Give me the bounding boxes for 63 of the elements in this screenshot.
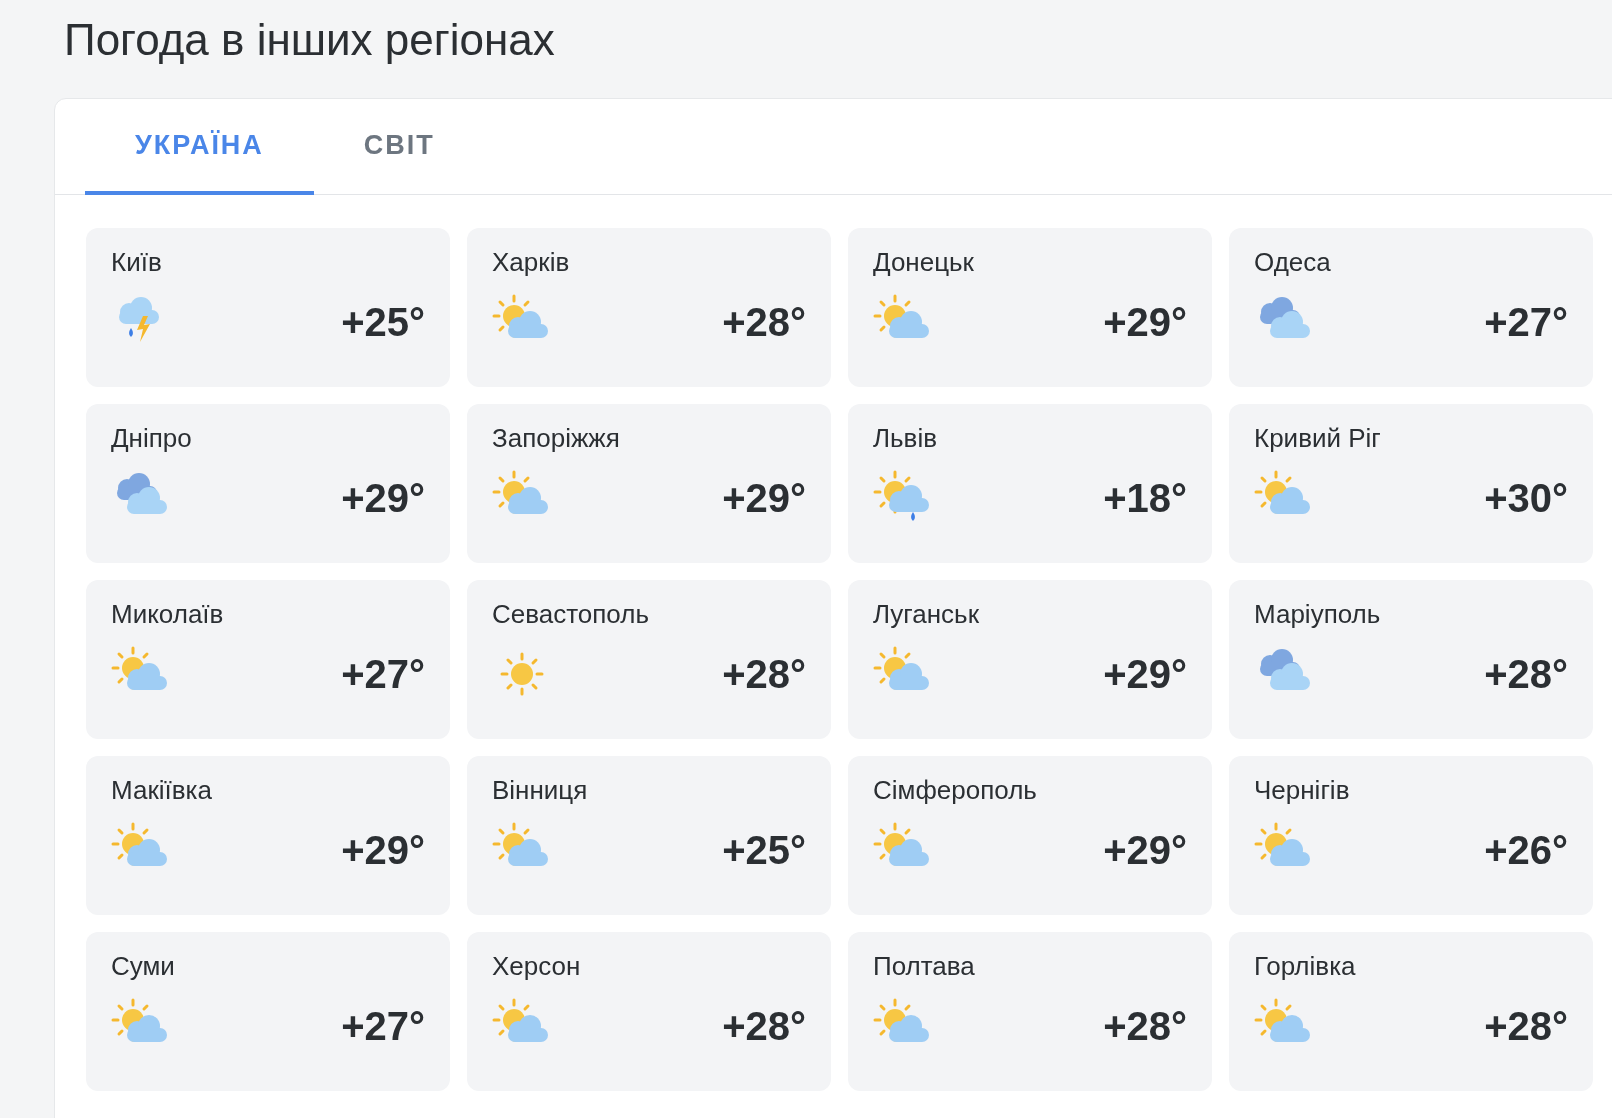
city-name: Полтава bbox=[873, 950, 976, 982]
temperature: +29° bbox=[341, 475, 425, 522]
temperature: +18° bbox=[1103, 475, 1187, 522]
city-weather-card[interactable]: Горлівка +28° bbox=[1229, 932, 1593, 1091]
temperature: +27° bbox=[341, 1003, 425, 1050]
city-name: Суми bbox=[111, 950, 176, 982]
city-weather-card[interactable]: Одеса +27° bbox=[1229, 228, 1593, 387]
city-name: Миколаїв bbox=[111, 598, 225, 630]
city-name: Київ bbox=[111, 246, 163, 278]
temperature: +28° bbox=[1484, 651, 1568, 698]
temperature: +25° bbox=[722, 827, 806, 874]
city-weather-card[interactable]: Донецьк +29° bbox=[848, 228, 1212, 387]
city-name: Херсон bbox=[492, 950, 582, 982]
city-weather-card[interactable]: Суми +27° bbox=[86, 932, 450, 1091]
city-name: Маріуполь bbox=[1254, 598, 1382, 630]
city-weather-card[interactable]: Полтава +28° bbox=[848, 932, 1212, 1091]
city-name: Харків bbox=[492, 246, 571, 278]
city-weather-card[interactable]: Запоріжжя +29° bbox=[467, 404, 831, 563]
city-weather-card[interactable]: Луганськ +29° bbox=[848, 580, 1212, 739]
city-name: Сімферополь bbox=[873, 774, 1038, 806]
temperature: +27° bbox=[1484, 299, 1568, 346]
temperature: +30° bbox=[1484, 475, 1568, 522]
city-weather-card[interactable]: Макіївка +29° bbox=[86, 756, 450, 915]
city-weather-card[interactable]: Кривий Ріг +30° bbox=[1229, 404, 1593, 563]
temperature: +28° bbox=[1103, 1003, 1187, 1050]
city-weather-card[interactable]: Чернігів +26° bbox=[1229, 756, 1593, 915]
city-name: Кривий Ріг bbox=[1254, 422, 1382, 454]
city-weather-card[interactable]: Харків +28° bbox=[467, 228, 831, 387]
city-weather-card[interactable]: Київ +25° bbox=[86, 228, 450, 387]
city-name: Запоріжжя bbox=[492, 422, 621, 454]
city-name: Вінниця bbox=[492, 774, 589, 806]
region-tab[interactable]: УКРАЇНА bbox=[85, 99, 314, 195]
city-name: Львів bbox=[873, 422, 938, 454]
section-title: Погода в інших регіонах bbox=[64, 14, 556, 66]
temperature: +29° bbox=[1103, 827, 1187, 874]
city-weather-card[interactable]: Миколаїв +27° bbox=[86, 580, 450, 739]
city-weather-card[interactable]: Херсон +28° bbox=[467, 932, 831, 1091]
temperature: +28° bbox=[1484, 1003, 1568, 1050]
city-name: Севастополь bbox=[492, 598, 650, 630]
temperature: +26° bbox=[1484, 827, 1568, 874]
temperature: +29° bbox=[1103, 651, 1187, 698]
temperature: +28° bbox=[722, 1003, 806, 1050]
city-weather-card[interactable]: Сімферополь +29° bbox=[848, 756, 1212, 915]
city-weather-card[interactable]: Дніпро +29° bbox=[86, 404, 450, 563]
temperature: +29° bbox=[722, 475, 806, 522]
city-name: Луганськ bbox=[873, 598, 980, 630]
city-name: Донецьк bbox=[873, 246, 975, 278]
city-weather-card[interactable]: Севастополь +28° bbox=[467, 580, 831, 739]
temperature: +28° bbox=[722, 651, 806, 698]
city-name: Дніпро bbox=[111, 422, 193, 454]
city-name: Чернігів bbox=[1254, 774, 1351, 806]
temperature: +25° bbox=[341, 299, 425, 346]
city-name: Одеса bbox=[1254, 246, 1332, 278]
city-name: Горлівка bbox=[1254, 950, 1357, 982]
temperature: +28° bbox=[722, 299, 806, 346]
city-weather-card[interactable]: Маріуполь +28° bbox=[1229, 580, 1593, 739]
city-weather-card[interactable]: Вінниця +25° bbox=[467, 756, 831, 915]
region-tab[interactable]: СВІТ bbox=[313, 99, 485, 195]
temperature: +27° bbox=[341, 651, 425, 698]
temperature: +29° bbox=[341, 827, 425, 874]
temperature: +29° bbox=[1103, 299, 1187, 346]
city-weather-card[interactable]: Львів +18° bbox=[848, 404, 1212, 563]
city-name: Макіївка bbox=[111, 774, 213, 806]
